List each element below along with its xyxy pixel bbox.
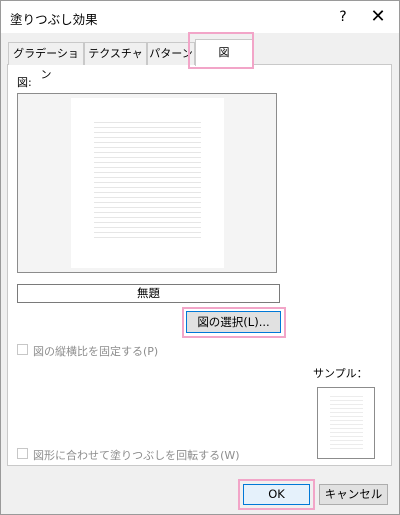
sample-text-line [330, 436, 363, 437]
preview-text-line [94, 162, 201, 163]
preview-text-line [94, 127, 201, 128]
fill-effects-dialog: 塗りつぶし効果 ? ✕ グラデーション テクスチャ パターン 図 図: 無題 図… [0, 0, 400, 515]
select-picture-button[interactable]: 図の選択(L)... [186, 311, 281, 333]
preview-text-line [94, 172, 201, 173]
preview-text-line [94, 217, 201, 218]
preview-text-line [94, 152, 201, 153]
tab-pattern[interactable]: パターン [147, 42, 195, 65]
sample-text-line [330, 412, 363, 413]
preview-text-line [94, 167, 201, 168]
preview-text-line [94, 222, 201, 223]
preview-page-thumbnail [71, 98, 224, 268]
close-button[interactable]: ✕ [365, 6, 391, 28]
sample-text-line [330, 416, 363, 417]
preview-text-line [94, 137, 201, 138]
tab-picture[interactable]: 図 [195, 39, 253, 66]
sample-text-line [330, 432, 363, 433]
sample-text-line [330, 408, 363, 409]
tab-gradient[interactable]: グラデーション [8, 42, 84, 81]
help-button[interactable]: ? [332, 7, 354, 27]
preview-text-line [94, 207, 201, 208]
ok-button[interactable]: OK [243, 484, 310, 505]
lock-aspect-checkbox[interactable] [17, 344, 28, 355]
sample-text-line [330, 428, 363, 429]
sample-preview [317, 387, 375, 459]
sample-text-line [330, 396, 363, 397]
preview-text-line [94, 202, 201, 203]
preview-text-line [94, 182, 201, 183]
preview-text-line [94, 122, 201, 123]
sample-text-line [330, 444, 363, 445]
preview-text-line [94, 232, 201, 233]
preview-text-line [94, 192, 201, 193]
preview-text-line [94, 187, 201, 188]
preview-text-line [94, 142, 201, 143]
sample-text-line [330, 400, 363, 401]
cancel-button[interactable]: キャンセル [319, 484, 388, 505]
preview-text-line [94, 197, 201, 198]
preview-text-line [94, 212, 201, 213]
sample-text-line [330, 404, 363, 405]
preview-text-line [94, 147, 201, 148]
picture-filename: 無題 [17, 284, 280, 303]
picture-label: 図: [17, 76, 32, 89]
tab-texture[interactable]: テクスチャ [84, 42, 147, 65]
sample-text-line [330, 440, 363, 441]
preview-text-line [94, 132, 201, 133]
preview-text-line [94, 237, 201, 238]
title-bar[interactable]: 塗りつぶし効果 ? ✕ [1, 1, 399, 33]
picture-preview [17, 93, 277, 273]
rotate-with-shape-checkbox[interactable] [17, 448, 28, 459]
rotate-with-shape-label: 図形に合わせて塗りつぶしを回転する(W) [33, 449, 240, 462]
sample-label: サンプル： [313, 367, 368, 380]
sample-text-line [330, 448, 363, 449]
sample-text-line [330, 424, 363, 425]
dialog-title: 塗りつぶし効果 [10, 12, 98, 27]
lock-aspect-label: 図の縦横比を固定する(P) [33, 345, 159, 358]
preview-text-line [94, 157, 201, 158]
preview-text-line [94, 177, 201, 178]
sample-text-line [330, 420, 363, 421]
preview-text-line [94, 227, 201, 228]
